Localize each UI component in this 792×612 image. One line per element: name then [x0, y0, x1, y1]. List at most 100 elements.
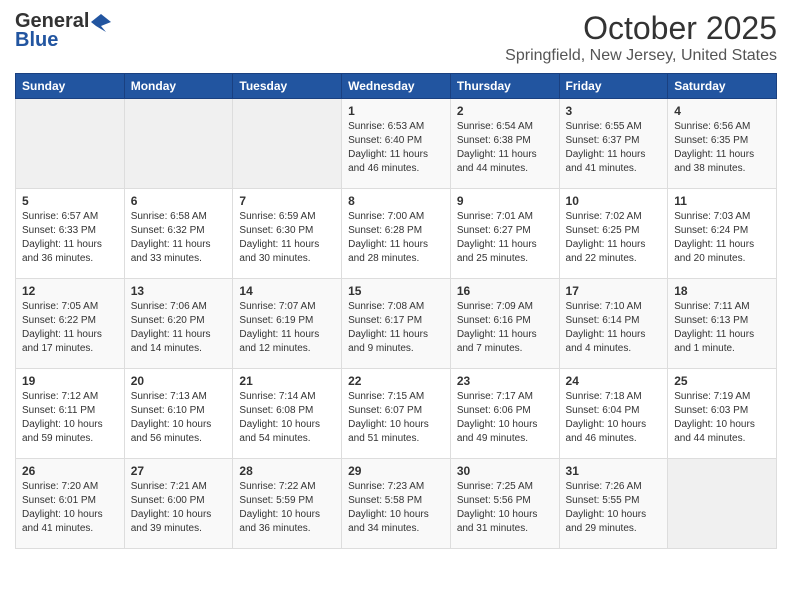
logo: General Blue [15, 10, 111, 52]
day-info: Sunrise: 7:17 AM Sunset: 6:06 PM Dayligh… [457, 390, 553, 446]
day-number: 16 [457, 284, 553, 298]
calendar-cell: 21 Sunrise: 7:14 AM Sunset: 6:08 PM Dayli… [233, 369, 342, 459]
day-info: Sunrise: 7:23 AM Sunset: 5:58 PM Dayligh… [348, 480, 444, 536]
calendar-table: SundayMondayTuesdayWednesdayThursdayFrid… [15, 73, 777, 549]
week-row-3: 12Sunrise: 7:05 AM Sunset: 6:22 PM Dayli… [16, 279, 777, 369]
column-header-friday: Friday [559, 74, 668, 99]
calendar-cell: 29 Sunrise: 7:23 AM Sunset: 5:58 PM Dayli… [342, 459, 451, 549]
calendar-cell: 24 Sunrise: 7:18 AM Sunset: 6:04 PM Dayli… [559, 369, 668, 459]
day-info: Sunrise: 7:22 AM Sunset: 5:59 PM Dayligh… [239, 480, 335, 536]
day-number: 26 [22, 464, 118, 478]
calendar-cell: 5 Sunrise: 6:57 AM Sunset: 6:33 PM Daylig… [16, 189, 125, 279]
day-number: 24 [566, 374, 662, 388]
day-info: Sunrise: 7:25 AM Sunset: 5:56 PM Dayligh… [457, 480, 553, 536]
day-number: 10 [566, 194, 662, 208]
day-info: Sunrise: 7:15 AM Sunset: 6:07 PM Dayligh… [348, 390, 444, 446]
day-number: 6 [131, 194, 227, 208]
calendar-cell: 17 Sunrise: 7:10 AM Sunset: 6:14 PM Dayli… [559, 279, 668, 369]
calendar-cell: 25 Sunrise: 7:19 AM Sunset: 6:03 PM Dayli… [668, 369, 777, 459]
day-number: 4 [674, 104, 770, 118]
calendar-cell: 18 Sunrise: 7:11 AM Sunset: 6:13 PM Dayli… [668, 279, 777, 369]
day-info: Sunrise: 7:21 AM Sunset: 6:00 PM Dayligh… [131, 480, 227, 536]
calendar-cell: 6 Sunrise: 6:58 AM Sunset: 6:32 PM Daylig… [124, 189, 233, 279]
day-info: Sunrise: 6:54 AM Sunset: 6:38 PM Dayligh… [457, 120, 553, 176]
day-number: 8 [348, 194, 444, 208]
day-info: Sunrise: 7:08 AM Sunset: 6:17 PM Dayligh… [348, 300, 444, 356]
calendar-cell: 20Sunrise: 7:13 AM Sunset: 6:10 PM Dayli… [124, 369, 233, 459]
calendar-cell: 31 Sunrise: 7:26 AM Sunset: 5:55 PM Dayli… [559, 459, 668, 549]
day-info: Sunrise: 7:00 AM Sunset: 6:28 PM Dayligh… [348, 210, 444, 266]
day-info: Sunrise: 7:03 AM Sunset: 6:24 PM Dayligh… [674, 210, 770, 266]
calendar-cell: 28 Sunrise: 7:22 AM Sunset: 5:59 PM Dayli… [233, 459, 342, 549]
day-info: Sunrise: 7:11 AM Sunset: 6:13 PM Dayligh… [674, 300, 770, 356]
calendar-cell: 2 Sunrise: 6:54 AM Sunset: 6:38 PM Daylig… [450, 99, 559, 189]
day-number: 19 [22, 374, 118, 388]
header-row: SundayMondayTuesdayWednesdayThursdayFrid… [16, 74, 777, 99]
day-number: 25 [674, 374, 770, 388]
calendar-cell: 26Sunrise: 7:20 AM Sunset: 6:01 PM Dayli… [16, 459, 125, 549]
day-number: 17 [566, 284, 662, 298]
day-number: 22 [348, 374, 444, 388]
week-row-2: 5 Sunrise: 6:57 AM Sunset: 6:33 PM Daylig… [16, 189, 777, 279]
day-number: 11 [674, 194, 770, 208]
column-header-saturday: Saturday [668, 74, 777, 99]
day-number: 13 [131, 284, 227, 298]
calendar-cell: 1Sunrise: 6:53 AM Sunset: 6:40 PM Daylig… [342, 99, 451, 189]
day-number: 14 [239, 284, 335, 298]
day-number: 27 [131, 464, 227, 478]
day-number: 9 [457, 194, 553, 208]
calendar-cell: 15 Sunrise: 7:08 AM Sunset: 6:17 PM Dayli… [342, 279, 451, 369]
column-header-monday: Monday [124, 74, 233, 99]
title-section: October 2025 Springfield, New Jersey, Un… [505, 10, 777, 65]
week-row-5: 26Sunrise: 7:20 AM Sunset: 6:01 PM Dayli… [16, 459, 777, 549]
calendar-cell: 11 Sunrise: 7:03 AM Sunset: 6:24 PM Dayli… [668, 189, 777, 279]
day-info: Sunrise: 7:13 AM Sunset: 6:10 PM Dayligh… [131, 390, 227, 446]
month-year-title: October 2025 [505, 10, 777, 47]
calendar-cell: 12Sunrise: 7:05 AM Sunset: 6:22 PM Dayli… [16, 279, 125, 369]
calendar-cell [233, 99, 342, 189]
column-header-tuesday: Tuesday [233, 74, 342, 99]
day-info: Sunrise: 7:10 AM Sunset: 6:14 PM Dayligh… [566, 300, 662, 356]
page-header: General Blue October 2025 Springfield, N… [15, 10, 777, 65]
calendar-cell: 3 Sunrise: 6:55 AM Sunset: 6:37 PM Daylig… [559, 99, 668, 189]
column-header-thursday: Thursday [450, 74, 559, 99]
day-info: Sunrise: 7:05 AM Sunset: 6:22 PM Dayligh… [22, 300, 118, 356]
calendar-cell: 13 Sunrise: 7:06 AM Sunset: 6:20 PM Dayli… [124, 279, 233, 369]
day-number: 31 [566, 464, 662, 478]
day-number: 3 [566, 104, 662, 118]
calendar-cell: 16 Sunrise: 7:09 AM Sunset: 6:16 PM Dayli… [450, 279, 559, 369]
day-info: Sunrise: 7:18 AM Sunset: 6:04 PM Dayligh… [566, 390, 662, 446]
day-info: Sunrise: 7:07 AM Sunset: 6:19 PM Dayligh… [239, 300, 335, 356]
day-number: 28 [239, 464, 335, 478]
day-number: 23 [457, 374, 553, 388]
calendar-cell: 9 Sunrise: 7:01 AM Sunset: 6:27 PM Daylig… [450, 189, 559, 279]
column-header-sunday: Sunday [16, 74, 125, 99]
calendar-cell: 22 Sunrise: 7:15 AM Sunset: 6:07 PM Dayli… [342, 369, 451, 459]
day-info: Sunrise: 6:55 AM Sunset: 6:37 PM Dayligh… [566, 120, 662, 176]
calendar-cell [16, 99, 125, 189]
calendar-cell: 23 Sunrise: 7:17 AM Sunset: 6:06 PM Dayli… [450, 369, 559, 459]
location-subtitle: Springfield, New Jersey, United States [505, 47, 777, 65]
day-info: Sunrise: 7:14 AM Sunset: 6:08 PM Dayligh… [239, 390, 335, 446]
day-info: Sunrise: 7:19 AM Sunset: 6:03 PM Dayligh… [674, 390, 770, 446]
day-info: Sunrise: 7:12 AM Sunset: 6:11 PM Dayligh… [22, 390, 118, 446]
day-number: 15 [348, 284, 444, 298]
day-number: 2 [457, 104, 553, 118]
day-number: 21 [239, 374, 335, 388]
day-info: Sunrise: 6:56 AM Sunset: 6:35 PM Dayligh… [674, 120, 770, 176]
day-number: 18 [674, 284, 770, 298]
day-info: Sunrise: 6:59 AM Sunset: 6:30 PM Dayligh… [239, 210, 335, 266]
day-number: 1 [348, 104, 444, 118]
calendar-cell: 10Sunrise: 7:02 AM Sunset: 6:25 PM Dayli… [559, 189, 668, 279]
logo-blue-text: Blue [15, 29, 58, 52]
day-info: Sunrise: 7:09 AM Sunset: 6:16 PM Dayligh… [457, 300, 553, 356]
day-info: Sunrise: 6:58 AM Sunset: 6:32 PM Dayligh… [131, 210, 227, 266]
day-info: Sunrise: 7:26 AM Sunset: 5:55 PM Dayligh… [566, 480, 662, 536]
day-number: 29 [348, 464, 444, 478]
day-info: Sunrise: 7:01 AM Sunset: 6:27 PM Dayligh… [457, 210, 553, 266]
calendar-cell [668, 459, 777, 549]
logo-bird-icon [91, 12, 111, 32]
day-info: Sunrise: 7:06 AM Sunset: 6:20 PM Dayligh… [131, 300, 227, 356]
day-info: Sunrise: 6:57 AM Sunset: 6:33 PM Dayligh… [22, 210, 118, 266]
day-number: 5 [22, 194, 118, 208]
